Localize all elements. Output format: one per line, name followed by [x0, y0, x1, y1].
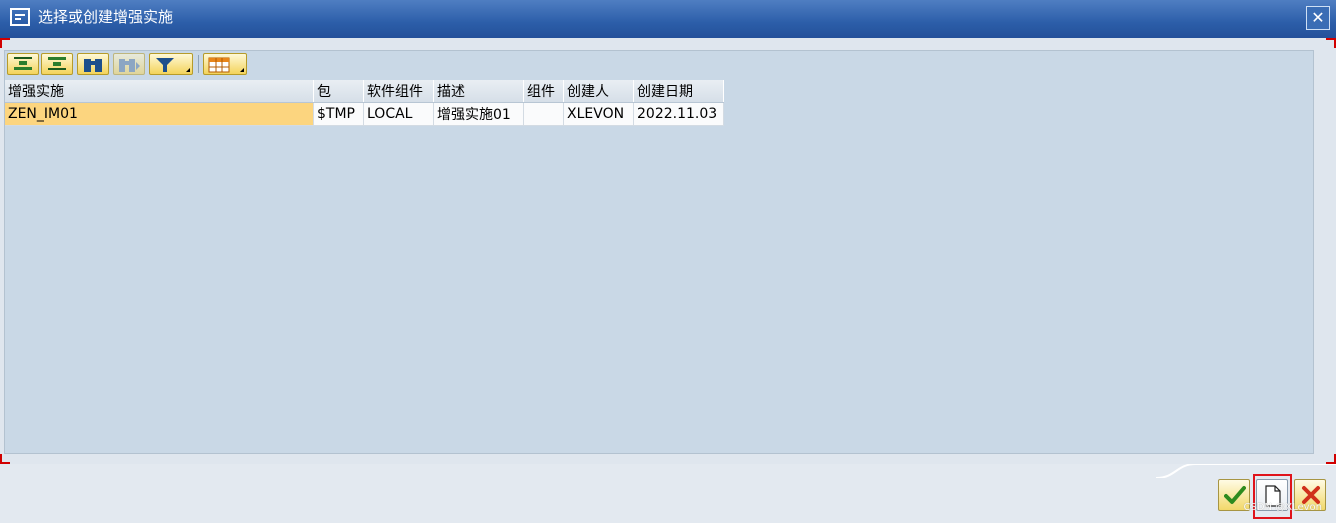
dropdown-arrow-icon	[240, 68, 244, 72]
footer-curve	[1156, 464, 1336, 478]
column-header[interactable]: 创建日期	[633, 80, 724, 103]
table-cell[interactable]: $TMP	[313, 102, 364, 126]
column-header[interactable]: 包	[313, 80, 364, 103]
table-cell[interactable]: ZEN_IM01	[5, 102, 314, 126]
implementation-table: 增强实施 包 软件组件 描述 组件 创建人 创建日期 ZEN_IM01 $TMP…	[5, 80, 724, 126]
find-icon	[84, 59, 102, 72]
dropdown-arrow-icon	[186, 68, 190, 72]
table-cell[interactable]: 2022.11.03	[633, 102, 724, 126]
first-page-icon	[14, 57, 32, 70]
table-header-row: 增强实施 包 软件组件 描述 组件 创建人 创建日期	[5, 80, 724, 103]
column-header[interactable]: 组件	[523, 80, 564, 103]
column-header[interactable]: 软件组件	[363, 80, 434, 103]
layout-icon	[208, 57, 230, 73]
action-bar: CSDN @XLevon	[0, 464, 1336, 523]
find-next-icon	[119, 59, 140, 72]
result-list-panel: 增强实施 包 软件组件 描述 组件 创建人 创建日期 ZEN_IM01 $TMP…	[4, 50, 1314, 454]
first-page-button[interactable]	[7, 53, 39, 75]
find-next-button[interactable]	[113, 53, 145, 75]
column-header[interactable]: 描述	[433, 80, 524, 103]
table-cell[interactable]: XLEVON	[563, 102, 634, 126]
last-page-button[interactable]	[41, 53, 73, 75]
table-cell[interactable]: LOCAL	[363, 102, 434, 126]
toolbar-separator	[198, 55, 199, 73]
layout-button[interactable]	[203, 53, 247, 75]
close-button[interactable]: ✕	[1306, 6, 1330, 30]
dialog-body: 增强实施 包 软件组件 描述 组件 创建人 创建日期 ZEN_IM01 $TMP…	[0, 38, 1336, 464]
find-button[interactable]	[77, 53, 109, 75]
window-title: 选择或创建增强实施	[38, 8, 174, 26]
table-cell[interactable]	[523, 102, 564, 126]
window-icon	[10, 8, 30, 26]
watermark: CSDN @XLevon	[1243, 502, 1322, 513]
last-page-icon	[48, 57, 66, 70]
table-row[interactable]: ZEN_IM01 $TMP LOCAL 增强实施01 XLEVON 2022.1…	[5, 102, 724, 126]
table-cell[interactable]: 增强实施01	[433, 102, 524, 126]
filter-button[interactable]	[149, 53, 193, 75]
column-header[interactable]: 创建人	[563, 80, 634, 103]
title-bar: 选择或创建增强实施 ✕	[0, 0, 1336, 38]
column-header[interactable]: 增强实施	[5, 80, 314, 103]
filter-icon	[156, 58, 174, 72]
close-icon: ✕	[1311, 8, 1325, 27]
